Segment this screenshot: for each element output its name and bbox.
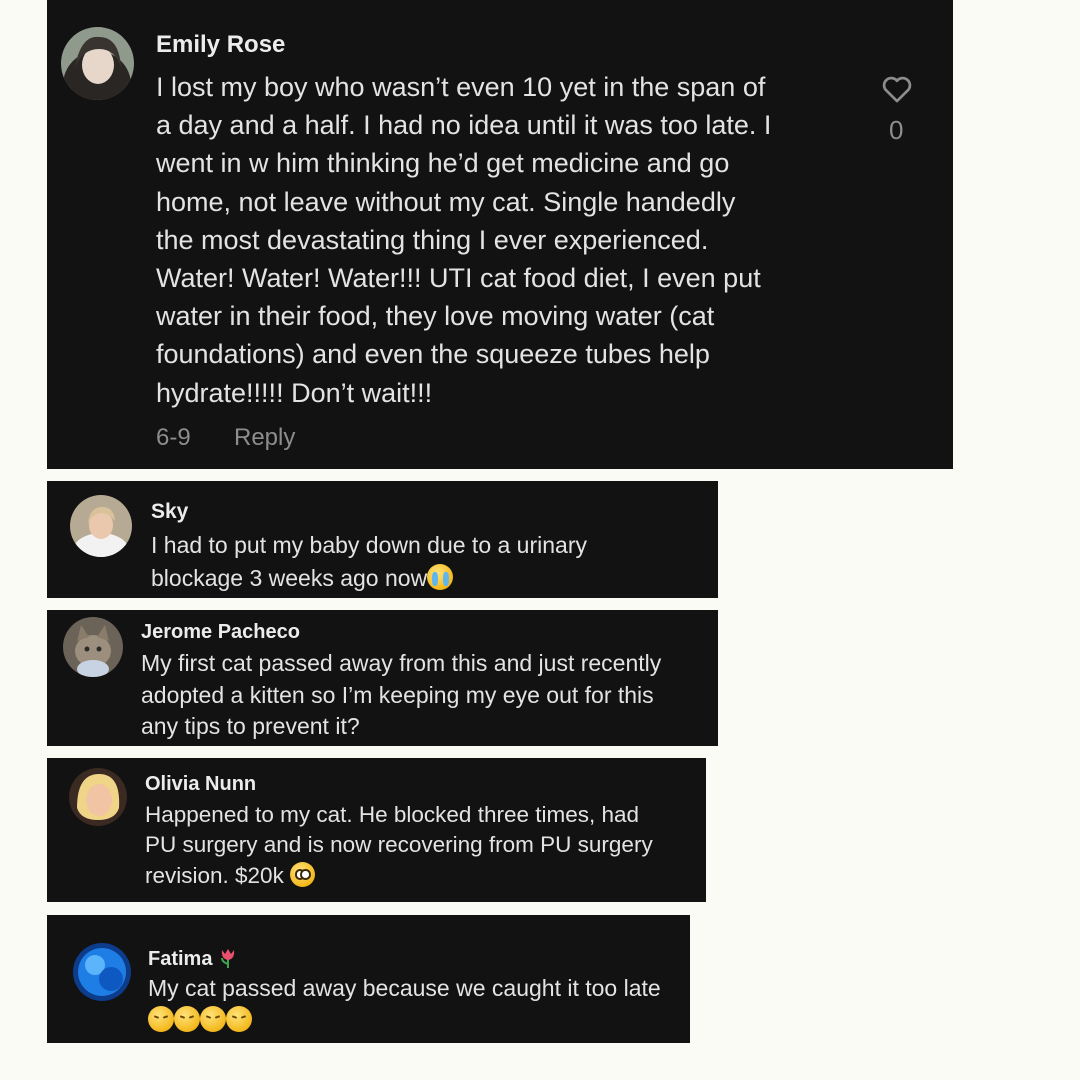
comment-line: hydrate!!!!! Don’t wait!!! xyxy=(156,377,433,408)
comment-line: any tips to prevent it? xyxy=(141,713,360,739)
comment-line: blockage 3 weeks ago now xyxy=(151,562,587,595)
comment-author[interactable]: Jerome Pacheco xyxy=(141,621,300,644)
comment-card: Sky I had to put my baby down due to a u… xyxy=(47,481,718,598)
comment-line: I had to put my baby down due to a urina… xyxy=(151,532,587,558)
comment-line: went in w him thinking he’d get medicine… xyxy=(156,148,730,179)
comment-line: My cat passed away because we caught it … xyxy=(148,975,661,1001)
comment-text: I lost my boy who wasn’t even 10 yet in … xyxy=(156,68,771,412)
comment-card: Emily Rose I lost my boy who wasn’t even… xyxy=(47,0,953,469)
comment-line: foundations) and even the squeeze tubes … xyxy=(156,339,710,370)
comment-line: PU surgery and is now recovering from PU… xyxy=(145,832,653,858)
comment-line: home, not leave without my cat. Single h… xyxy=(156,186,736,217)
reply-button[interactable]: Reply xyxy=(234,424,295,452)
avatar[interactable] xyxy=(61,27,134,100)
comment-line: I lost my boy who wasn’t even 10 yet in … xyxy=(156,72,766,102)
pensive-face-icon xyxy=(200,1005,226,1032)
comment-line: revision. $20k xyxy=(145,861,653,891)
heart-outline-icon[interactable] xyxy=(879,72,915,106)
comment-card: Fatima My cat passed away because we cau… xyxy=(47,915,690,1043)
comment-card: Jerome Pacheco My first cat passed away … xyxy=(47,610,718,746)
comment-card: Olivia Nunn Happened to my cat. He block… xyxy=(47,758,706,902)
pensive-face-icon xyxy=(174,1005,200,1032)
pensive-face-icon xyxy=(226,1005,252,1032)
comment-line: water in their food, they love moving wa… xyxy=(156,301,715,332)
comment-author[interactable]: Olivia Nunn xyxy=(145,773,256,796)
pleading-face-icon xyxy=(290,861,316,887)
comment-text: My first cat passed away from this and j… xyxy=(141,648,661,743)
like-count: 0 xyxy=(889,115,904,145)
comment-date: 6-9 xyxy=(156,424,191,451)
comment-author[interactable]: Sky xyxy=(151,500,188,524)
comment-text: My cat passed away because we caught it … xyxy=(148,973,661,1036)
avatar[interactable] xyxy=(63,617,123,677)
loudly-crying-face-icon xyxy=(427,563,454,590)
comment-line-text: blockage 3 weeks ago now xyxy=(151,564,428,591)
comment-text: Happened to my cat. He blocked three tim… xyxy=(145,800,653,891)
emoji-row xyxy=(148,1005,661,1037)
avatar[interactable] xyxy=(69,768,127,826)
comment-line: a day and a half. I had no idea until it… xyxy=(156,110,772,141)
comment-line: Water! Water! Water!!! UTI cat food diet… xyxy=(156,263,761,294)
comment-author[interactable]: Emily Rose xyxy=(156,31,285,59)
author-name: Fatima xyxy=(148,948,213,970)
comment-line-text: revision. $20k xyxy=(145,862,284,888)
comment-line: My first cat passed away from this and j… xyxy=(141,650,662,676)
comment-text: I had to put my baby down due to a urina… xyxy=(151,529,587,594)
avatar[interactable] xyxy=(73,943,131,1001)
comment-author[interactable]: Fatima xyxy=(148,947,238,971)
tulip-icon xyxy=(218,947,238,969)
comment-line: Happened to my cat. He blocked three tim… xyxy=(145,802,640,827)
avatar[interactable] xyxy=(70,495,132,557)
pensive-face-icon xyxy=(148,1005,174,1032)
comment-line: the most devastating thing I ever experi… xyxy=(156,224,709,255)
comment-line: adopted a kitten so I’m keeping my eye o… xyxy=(141,681,654,708)
